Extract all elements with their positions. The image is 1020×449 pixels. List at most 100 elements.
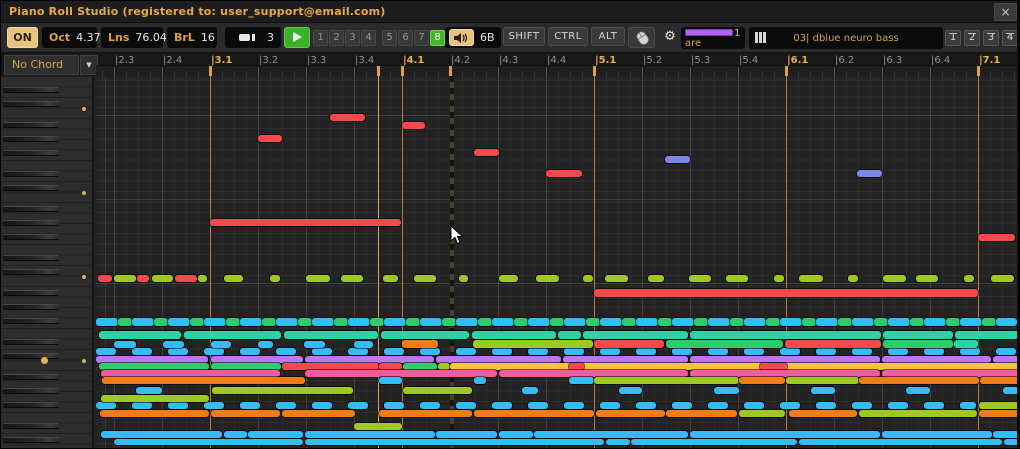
- note[interactable]: [450, 363, 1017, 370]
- note[interactable]: [420, 318, 442, 326]
- on-toggle-button[interactable]: ON: [7, 27, 38, 48]
- note[interactable]: [882, 431, 992, 438]
- piano-keyboard[interactable]: [1, 76, 94, 448]
- note[interactable]: [175, 275, 197, 282]
- note[interactable]: [211, 356, 303, 363]
- note[interactable]: [492, 348, 512, 355]
- note[interactable]: [354, 423, 402, 430]
- black-key[interactable]: [3, 136, 59, 142]
- note[interactable]: [499, 431, 533, 438]
- note[interactable]: [816, 348, 836, 355]
- note[interactable]: [528, 348, 548, 355]
- note[interactable]: [726, 275, 748, 282]
- note[interactable]: [780, 348, 800, 355]
- note[interactable]: [258, 135, 282, 142]
- note[interactable]: [98, 275, 112, 282]
- black-key[interactable]: [3, 171, 59, 177]
- note[interactable]: [384, 318, 406, 326]
- note[interactable]: [708, 348, 728, 355]
- note[interactable]: [348, 318, 370, 326]
- pattern-button-3[interactable]: 3: [345, 29, 360, 46]
- note[interactable]: [564, 402, 584, 409]
- note[interactable]: [270, 275, 280, 282]
- note[interactable]: [472, 331, 556, 339]
- note[interactable]: [789, 410, 857, 417]
- note[interactable]: [546, 170, 582, 177]
- black-key[interactable]: [3, 318, 59, 324]
- note[interactable]: [96, 356, 208, 363]
- black-key[interactable]: [3, 269, 59, 275]
- note[interactable]: [298, 318, 312, 326]
- note[interactable]: [658, 318, 672, 326]
- note[interactable]: [690, 370, 880, 377]
- note[interactable]: [478, 318, 492, 326]
- note[interactable]: [883, 331, 953, 339]
- note[interactable]: [708, 402, 728, 409]
- note[interactable]: [636, 402, 656, 409]
- note[interactable]: [606, 439, 630, 445]
- note[interactable]: [132, 402, 152, 409]
- note[interactable]: [459, 275, 468, 282]
- note[interactable]: [536, 275, 559, 282]
- channel-button-3[interactable]: 3: [983, 29, 999, 46]
- note[interactable]: [226, 318, 240, 326]
- note[interactable]: [420, 348, 440, 355]
- param-slider-widget[interactable]: are 1: [681, 27, 745, 49]
- brush-size-field[interactable]: 3: [225, 27, 281, 48]
- black-key[interactable]: [3, 304, 59, 310]
- note[interactable]: [960, 402, 976, 409]
- black-key[interactable]: [3, 402, 59, 408]
- note[interactable]: [118, 318, 132, 326]
- note[interactable]: [558, 331, 581, 339]
- note[interactable]: [910, 318, 924, 326]
- note[interactable]: [276, 318, 298, 326]
- note[interactable]: [282, 410, 355, 417]
- note[interactable]: [406, 318, 420, 326]
- note[interactable]: [859, 410, 977, 417]
- note[interactable]: [383, 275, 398, 282]
- note[interactable]: [569, 363, 584, 370]
- note[interactable]: [284, 331, 378, 339]
- note[interactable]: [258, 341, 273, 348]
- note[interactable]: [583, 275, 593, 282]
- note[interactable]: [184, 331, 281, 339]
- note[interactable]: [689, 275, 711, 282]
- note[interactable]: [605, 275, 628, 282]
- note[interactable]: [672, 402, 692, 409]
- note[interactable]: [414, 275, 436, 282]
- note[interactable]: [305, 439, 604, 445]
- note[interactable]: [381, 331, 469, 339]
- note[interactable]: [631, 439, 797, 445]
- note[interactable]: [456, 348, 476, 355]
- note[interactable]: [330, 114, 365, 121]
- black-key[interactable]: [3, 87, 59, 93]
- note[interactable]: [474, 410, 594, 417]
- note[interactable]: [838, 318, 852, 326]
- note[interactable]: [848, 275, 858, 282]
- note[interactable]: [492, 318, 514, 326]
- note[interactable]: [906, 387, 930, 394]
- note[interactable]: [212, 387, 353, 394]
- note[interactable]: [883, 275, 906, 282]
- note[interactable]: [563, 356, 688, 363]
- note[interactable]: [979, 410, 1017, 417]
- note[interactable]: [240, 318, 262, 326]
- note[interactable]: [210, 219, 401, 226]
- black-key[interactable]: [3, 353, 59, 359]
- octave-field[interactable]: Oct 4.37: [42, 27, 101, 48]
- note[interactable]: [882, 356, 991, 363]
- note[interactable]: [979, 402, 1017, 409]
- note[interactable]: [760, 363, 787, 370]
- note[interactable]: [276, 348, 296, 355]
- note[interactable]: [438, 363, 450, 370]
- note[interactable]: [528, 402, 548, 409]
- pattern-button-5[interactable]: 5: [382, 29, 397, 46]
- alt-button[interactable]: ALT: [591, 27, 625, 46]
- note[interactable]: [384, 348, 404, 355]
- note[interactable]: [474, 149, 499, 156]
- note[interactable]: [136, 387, 162, 394]
- note[interactable]: [924, 402, 944, 409]
- note[interactable]: [888, 348, 908, 355]
- note[interactable]: [916, 275, 938, 282]
- black-key[interactable]: [3, 220, 59, 226]
